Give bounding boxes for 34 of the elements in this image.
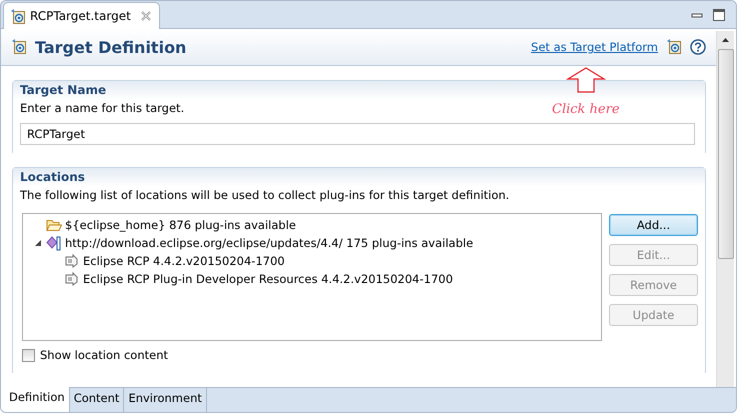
tree-item[interactable]: http://download.eclipse.org/eclipse/updates/4.4/ 175 plug-ins available [65, 236, 474, 250]
checkbox[interactable] [22, 348, 35, 362]
folder-icon [46, 218, 62, 232]
repository-icon [46, 235, 62, 251]
arrow-icon [566, 67, 606, 93]
page-tab[interactable]: Environment [124, 388, 207, 412]
plugin-icon [64, 271, 80, 287]
expand-toggle-icon[interactable] [33, 238, 43, 248]
tree-item[interactable]: ${eclipse_home} 876 plug-ins available [65, 218, 296, 232]
annotation-text: Click here [552, 102, 620, 117]
form-title: Target Definition [35, 38, 186, 56]
tree-item[interactable]: Eclipse RCP Plug-in Developer Resources 4.4.2.v20150204-1700 [83, 272, 453, 286]
scroll-thumb[interactable] [718, 49, 734, 259]
section-description: Enter a name for this target. [19, 100, 186, 117]
page-tab[interactable]: Definition [1, 387, 70, 412]
maximize-icon[interactable] [712, 8, 726, 22]
location-button[interactable]: Add... [609, 214, 698, 236]
target-icon[interactable] [666, 38, 684, 56]
page-tab[interactable]: Content [70, 388, 124, 412]
vertical-scrollbar[interactable] [716, 31, 734, 387]
close-icon[interactable] [140, 11, 151, 21]
editor-tab[interactable]: RCPTarget.target [3, 2, 160, 29]
tree-item[interactable]: Eclipse RCP 4.4.2.v20150204-1700 [83, 254, 285, 268]
target-icon [11, 38, 29, 56]
section-title[interactable]: Locations [20, 170, 85, 184]
scroll-up-icon[interactable] [721, 37, 730, 43]
section-title[interactable]: Target Name [20, 83, 106, 97]
target-file-icon [10, 8, 26, 24]
help-icon[interactable] [690, 39, 706, 55]
target-platform-link[interactable]: Set as Target Platform [531, 40, 658, 54]
plugin-icon [64, 253, 80, 269]
section-description: The following list of locations will be used to collect plug-ins for this target definition. [19, 187, 510, 204]
checkbox-label[interactable]: Show location content [40, 348, 168, 362]
name-field[interactable]: RCPTarget [20, 123, 695, 145]
